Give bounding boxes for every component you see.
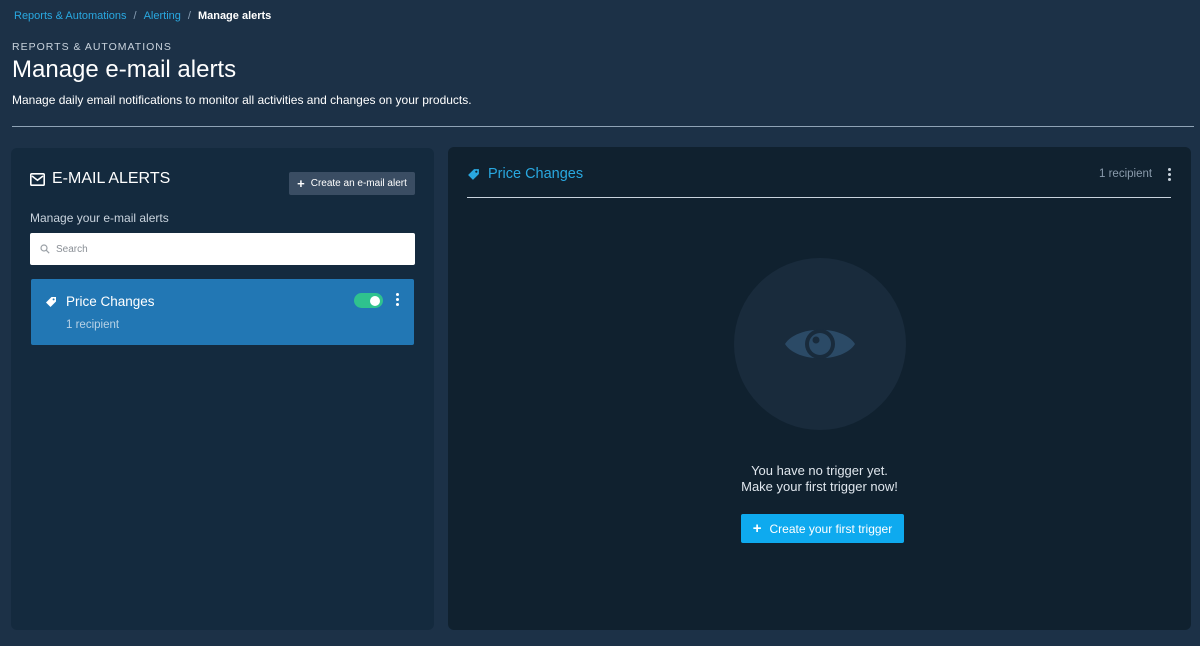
alerts-panel-header: E-MAIL ALERTS — [30, 170, 170, 188]
price-tag-icon — [468, 168, 479, 180]
alert-detail-divider — [467, 197, 1171, 198]
envelope-icon — [30, 172, 45, 186]
create-first-trigger-label: Create your first trigger — [769, 521, 893, 536]
alert-item-recipients: 1 recipient — [66, 319, 120, 331]
page-eyebrow: REPORTS & AUTOMATIONS — [12, 41, 172, 53]
alert-item-more-icon[interactable] — [393, 293, 401, 309]
toggle-knob — [370, 295, 380, 306]
breadcrumb-link-reports-automations[interactable]: Reports & Automations — [14, 10, 127, 22]
empty-state-illustration — [734, 258, 906, 430]
alert-detail-title: Price Changes — [488, 166, 584, 182]
plus-icon: + — [297, 176, 305, 191]
alert-detail-header: Price Changes — [467, 166, 583, 182]
search-box[interactable] — [30, 233, 415, 265]
alerts-panel-title: E-MAIL ALERTS — [52, 170, 171, 187]
alerts-panel-subtitle: Manage your e-mail alerts — [30, 211, 169, 225]
breadcrumb-current: Manage alerts — [197, 10, 272, 22]
breadcrumb-link-alerting[interactable]: Alerting — [144, 10, 181, 22]
breadcrumb: Reports & Automations / Alerting / Manag… — [14, 10, 271, 22]
search-input[interactable] — [56, 243, 386, 255]
alert-detail-panel: Price Changes 1 recipient You have no tr… — [448, 147, 1191, 630]
page-subtitle: Manage daily email notifications to moni… — [12, 93, 472, 107]
alerts-panel: E-MAIL ALERTS + Create an e-mail alert M… — [11, 148, 434, 630]
plus-icon: + — [752, 520, 762, 537]
price-tag-icon — [46, 297, 56, 307]
create-first-trigger-button[interactable]: + Create your first trigger — [741, 514, 904, 543]
search-icon — [40, 244, 50, 254]
page-title: Manage e-mail alerts — [12, 56, 237, 83]
breadcrumb-separator: / — [187, 10, 191, 22]
empty-state-message: You have no trigger yet. — [751, 463, 888, 478]
header-divider — [12, 126, 1194, 127]
alert-detail-recipients: 1 recipient — [1099, 168, 1153, 180]
eye-icon — [785, 329, 855, 359]
create-email-alert-label: Create an e-mail alert — [310, 178, 407, 189]
alert-detail-more-icon[interactable] — [1165, 168, 1173, 183]
alert-enabled-toggle[interactable] — [354, 293, 383, 308]
alert-item-title: Price Changes — [66, 294, 155, 309]
breadcrumb-separator: / — [133, 10, 137, 22]
empty-state-cta-text: Make your first trigger now! — [741, 479, 898, 494]
alert-list-item[interactable]: Price Changes 1 recipient — [31, 279, 414, 345]
create-email-alert-button[interactable]: + Create an e-mail alert — [289, 172, 415, 195]
